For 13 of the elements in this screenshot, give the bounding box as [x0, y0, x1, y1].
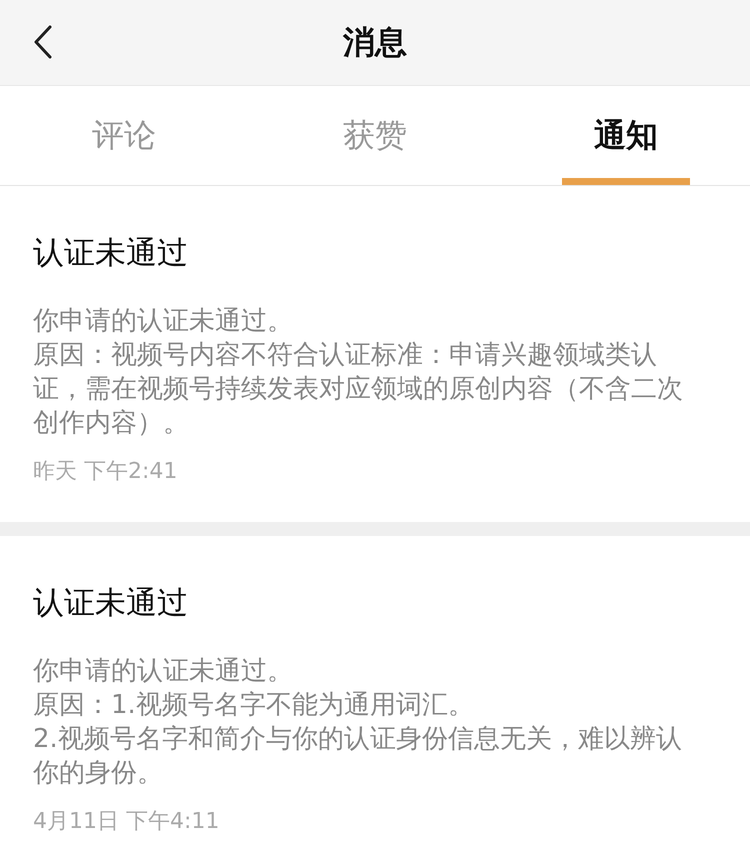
notification-text: 2.视频号名字和简介与你的认证身份信息无关，难以辨认你的身份。 [33, 723, 683, 790]
notification-time: 4月11日 下午4:11 [33, 808, 220, 836]
tab[interactable]: 获赞 [311, 86, 439, 185]
notification-text: 你申请的认证未通过。 [33, 305, 294, 338]
notification-time: 昨天 下午2:41 [33, 458, 178, 486]
notification-title: 认证未通过 [33, 234, 189, 273]
back-icon[interactable] [33, 25, 53, 59]
notification-title: 认证未通过 [33, 584, 189, 623]
tab[interactable]: 评论 [60, 86, 188, 185]
notification-text: 原因：1.视频号名字不能为通用词汇。 [33, 689, 475, 722]
notification-text: 你申请的认证未通过。 [33, 655, 294, 688]
page-title: 消息 [343, 22, 407, 62]
notification-text: 原因：视频号内容不符合认证标准：申请兴趣领域类认证，需在视频号持续发表对应领域的原创内容（不含二次创作内容）。 [33, 339, 684, 440]
